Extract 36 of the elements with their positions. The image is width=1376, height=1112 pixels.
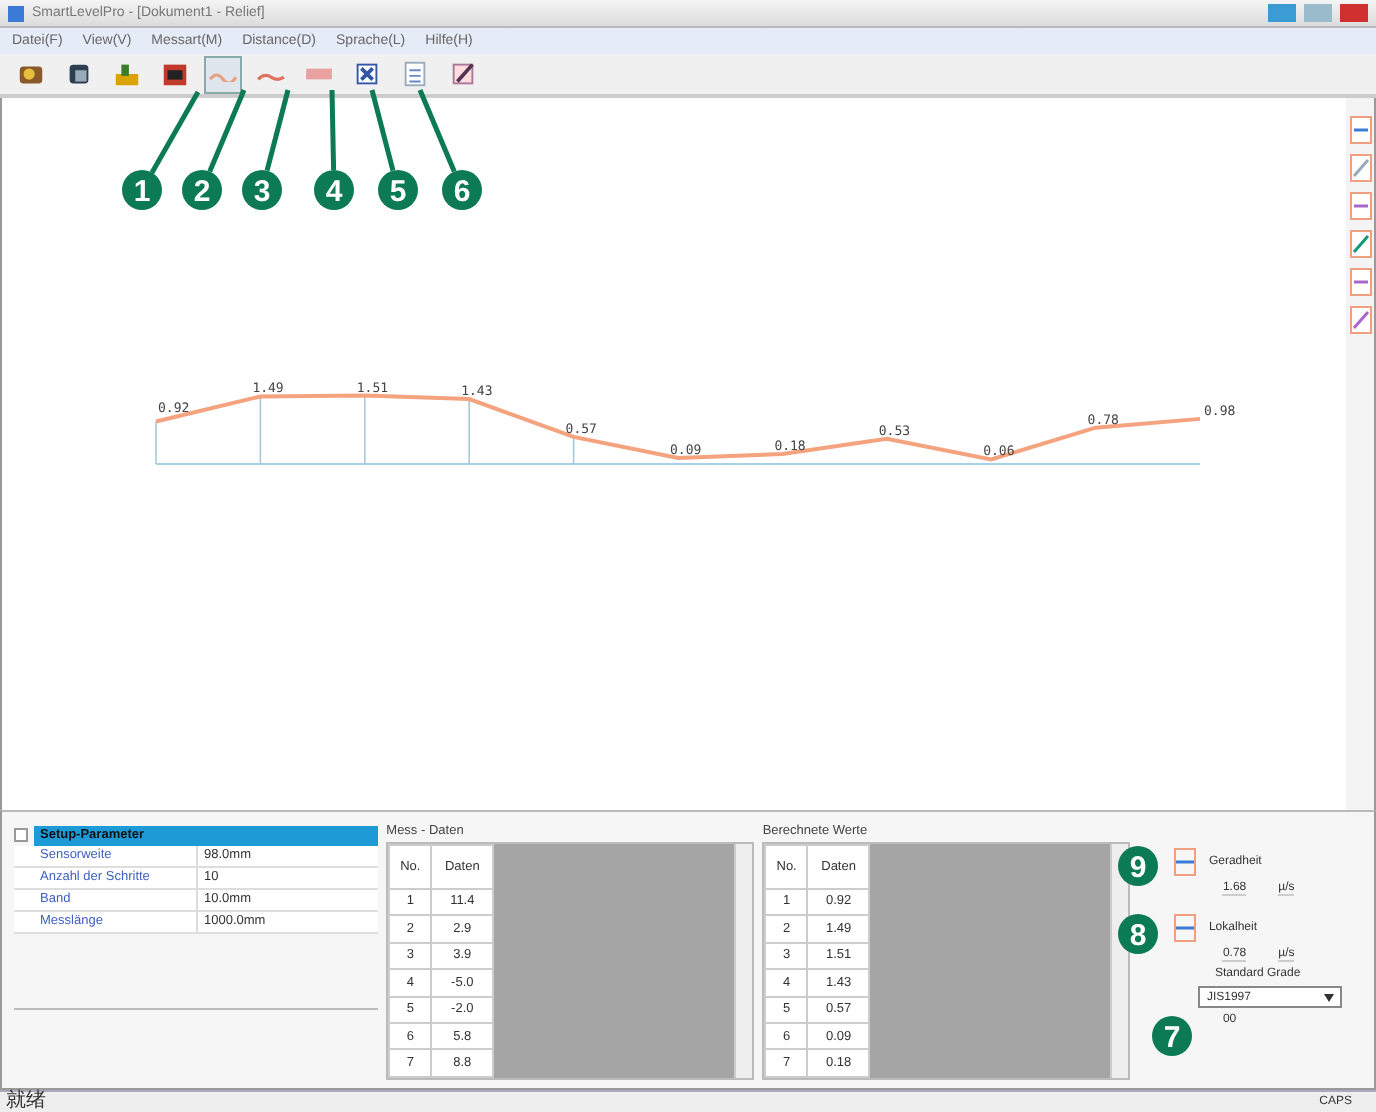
tool-icon[interactable] [1349,116,1371,144]
leader-line [207,89,247,173]
status-text: 就绪 [6,1092,46,1112]
tool-icon[interactable] [1349,230,1371,258]
callout-badge: 5 [378,170,418,210]
callout-badge: 1 [122,170,162,210]
callout-badge: 2 [182,170,222,210]
callout-badge: 4 [314,170,354,210]
tool-icon[interactable] [1349,192,1371,220]
grid-line [572,436,575,465]
callout-badge: 9 [1118,846,1158,886]
grid-line [364,394,366,465]
collapse-toggle[interactable] [14,828,28,842]
leader-line [369,89,396,172]
callout-badge: 8 [1118,914,1158,954]
dropdown-arrow-icon [1324,993,1335,1001]
grid-line [155,420,157,465]
scrollbar[interactable] [734,844,753,1078]
grid-line [468,398,470,465]
leader-line [149,90,201,174]
callout-badge: 3 [242,170,282,210]
callout-badge: 7 [1152,1016,1192,1056]
pen-icon [448,58,478,90]
grid-line [259,395,262,465]
cross-icon [352,58,382,90]
document-icon [400,58,430,90]
leader-line [417,89,457,173]
tool-icon[interactable] [1349,306,1371,334]
tool-icon[interactable] [1349,154,1371,182]
tool-icon[interactable] [1349,268,1371,296]
callout-badge: 6 [442,170,482,210]
leader-line [264,89,291,172]
leader-line [329,89,337,171]
app-icon [8,5,24,21]
wave-icon [208,67,238,81]
bar-icon [304,66,334,82]
